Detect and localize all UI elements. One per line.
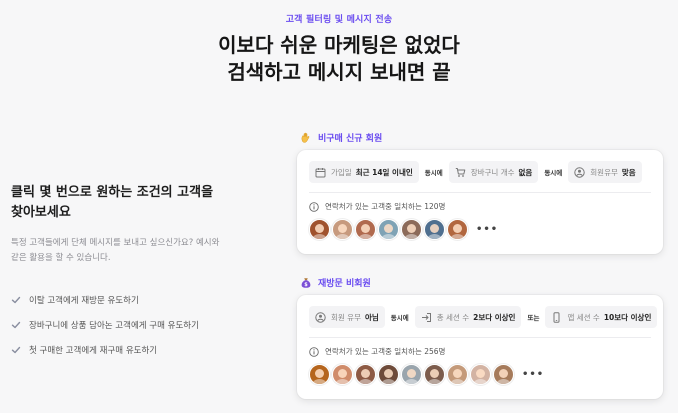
title-line: 찾아보세요 — [11, 205, 71, 220]
list-item: 첫 구매한 고객에게 재구매 유도하기 — [11, 337, 271, 362]
list-item: 이탈 고객에게 재방문 유도하기 — [11, 287, 271, 312]
headline-line: 이보다 쉬운 마케팅은 없었다 — [218, 33, 460, 57]
filter-chip[interactable]: 회원유무 맞음 — [568, 161, 642, 183]
avatar — [424, 219, 445, 240]
filter-row: 가입일 최근 14일 이내인 동시에 장바구니 개수 없음 동시에 회원유무 맞… — [297, 150, 663, 183]
filter-chip-value: 아님 — [364, 312, 379, 322]
filter-chip[interactable]: 장바구니 개수 없음 — [448, 161, 539, 183]
headline-line: 검색하고 메시지 보내면 끝 — [227, 60, 451, 84]
filter-row: 회원 유무 아님 동시에 총 세션 수 2보다 이상인 또는 앱 세션 수 10… — [297, 295, 663, 328]
svg-text:$: $ — [304, 282, 308, 288]
filter-chip-value: 2보다 이상인 — [473, 312, 516, 322]
filter-chip-label: 총 세션 수 — [436, 312, 470, 322]
filter-chip-value: 없음 — [518, 167, 533, 177]
check-icon — [11, 321, 21, 328]
filter-connector: 동시에 — [424, 169, 443, 177]
check-icon — [11, 346, 21, 353]
list-item-label: 이탈 고객에게 재방문 유도하기 — [29, 295, 139, 306]
filter-connector: 동시에 — [390, 314, 409, 322]
filter-chip-label: 앱 세션 수 — [567, 312, 600, 322]
phone-icon — [553, 311, 560, 323]
more-icon[interactable]: ••• — [476, 224, 498, 235]
filter-connector: 또는 — [527, 314, 540, 322]
match-count-text: 연락처가 있는 고객중 일치하는 256명 — [325, 347, 446, 356]
benefit-list: 이탈 고객에게 재방문 유도하기 장바구니에 상품 담아논 고객에게 구매 유도… — [11, 287, 271, 362]
avatar-group: ••• — [297, 357, 663, 385]
info-icon — [309, 201, 319, 212]
avatar — [332, 364, 353, 385]
filter-chip-label: 장바구니 개수 — [470, 167, 515, 177]
avatar — [401, 219, 422, 240]
match-count: 연락처가 있는 고객중 일치하는 256명 — [297, 338, 663, 357]
filter-connector: 동시에 — [544, 169, 563, 177]
section-description: 특정 고객들에게 단체 메시지를 보내고 싶으신가요? 예시와 같은 활용을 할… — [11, 236, 256, 266]
check-icon — [11, 296, 21, 303]
info-icon — [309, 346, 319, 357]
filter-chip[interactable]: 앱 세션 수 10보다 이상인 — [545, 306, 658, 328]
cart-icon — [455, 167, 466, 177]
headline: 이보다 쉬운 마케팅은 없었다 검색하고 메시지 보내면 끝 — [0, 32, 678, 86]
segment-label: 비구매 신규 회원 — [300, 131, 382, 144]
avatar — [493, 364, 514, 385]
avatar — [378, 219, 399, 240]
avatar — [332, 219, 353, 240]
user-icon — [315, 311, 326, 323]
filter-chip-value: 맞음 — [621, 167, 636, 177]
filter-chip[interactable]: 가입일 최근 14일 이내인 — [309, 161, 419, 183]
avatar — [355, 219, 376, 240]
filter-chip[interactable]: 총 세션 수 2보다 이상인 — [414, 306, 522, 328]
filter-chip-label: 회원유무 — [590, 167, 618, 177]
filter-chip-value: 10보다 이상인 — [603, 312, 652, 322]
avatar — [309, 219, 330, 240]
more-icon[interactable]: ••• — [522, 369, 544, 380]
segment-label-text: 재방문 비회원 — [318, 279, 371, 289]
waving-hand-icon — [301, 132, 310, 143]
avatar — [470, 364, 491, 385]
match-count-text: 연락처가 있는 고객중 일치하는 120명 — [325, 202, 446, 211]
eyebrow: 고객 필터링 및 메시지 전송 — [285, 15, 393, 25]
filter-chip-label: 가입일 — [331, 167, 352, 177]
avatar — [424, 364, 445, 385]
segment-label: $ 재방문 비회원 — [300, 276, 371, 289]
avatar — [401, 364, 422, 385]
avatar — [447, 364, 468, 385]
avatar — [378, 364, 399, 385]
list-item: 장바구니에 상품 담아논 고객에게 구매 유도하기 — [11, 312, 271, 337]
filter-chip-value: 최근 14일 이내인 — [355, 167, 413, 177]
desc-line: 같은 활용을 할 수 있습니다. — [11, 253, 111, 263]
login-icon — [421, 312, 431, 322]
desc-line: 특정 고객들에게 단체 메시지를 보내고 싶으신가요? 예시와 — [11, 238, 220, 248]
filter-chip[interactable]: 회원 유무 아님 — [309, 306, 385, 328]
segment-card: 회원 유무 아님 동시에 총 세션 수 2보다 이상인 또는 앱 세션 수 10… — [297, 295, 663, 399]
avatar-group: ••• — [297, 212, 663, 240]
match-count: 연락처가 있는 고객중 일치하는 120명 — [297, 193, 663, 212]
calendar-icon — [315, 167, 326, 177]
filter-chip-label: 회원 유무 — [331, 312, 361, 322]
list-item-label: 첫 구매한 고객에게 재구매 유도하기 — [29, 345, 158, 356]
user-icon — [574, 166, 585, 178]
segment-card: 가입일 최근 14일 이내인 동시에 장바구니 개수 없음 동시에 회원유무 맞… — [297, 150, 663, 254]
segment-label-text: 비구매 신규 회원 — [318, 134, 383, 144]
section-title: 클릭 몇 번으로 원하는 조건의 고객을 찾아보세요 — [11, 183, 251, 223]
avatar — [355, 364, 376, 385]
moneybag-icon: $ — [301, 277, 311, 288]
avatar — [309, 364, 330, 385]
list-item-label: 장바구니에 상품 담아논 고객에게 구매 유도하기 — [29, 320, 199, 331]
avatar — [447, 219, 468, 240]
title-line: 클릭 몇 번으로 원하는 조건의 고객을 — [11, 185, 214, 200]
